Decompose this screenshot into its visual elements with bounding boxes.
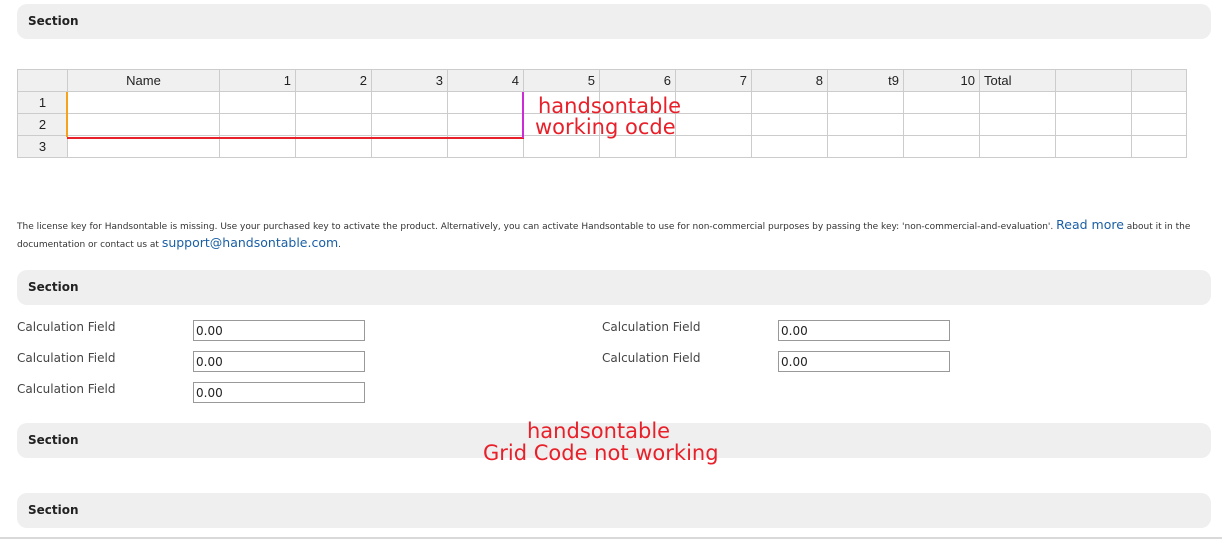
grid-cell[interactable] xyxy=(827,135,904,158)
license-text-a: The license key for Handsontable is miss… xyxy=(17,222,1054,232)
grid-cell[interactable] xyxy=(1055,135,1132,158)
grid-cell[interactable] xyxy=(675,113,752,136)
license-text-c: . xyxy=(338,240,342,250)
grid-cell[interactable] xyxy=(903,91,980,114)
column-header-4[interactable]: 4 xyxy=(447,69,524,92)
grid-corner[interactable] xyxy=(17,69,68,92)
grid-cell[interactable] xyxy=(1131,113,1187,136)
calculation-field-input-1[interactable] xyxy=(193,320,365,341)
row-header-1[interactable]: 1 xyxy=(17,91,68,114)
grid-cell[interactable] xyxy=(751,91,828,114)
annotation-working-line1: handsontable xyxy=(538,94,682,118)
grid-cell[interactable] xyxy=(1055,113,1132,136)
calculation-field-input-3[interactable] xyxy=(193,382,365,403)
grid-cell[interactable] xyxy=(675,135,752,158)
selection-border-right[interactable] xyxy=(522,92,524,138)
annotation-working-line2: working ocde xyxy=(535,115,676,139)
column-header-8[interactable]: 8 xyxy=(751,69,828,92)
grid-cell[interactable] xyxy=(447,91,524,114)
grid-cell[interactable] xyxy=(295,113,372,136)
grid-cell[interactable] xyxy=(219,91,296,114)
column-header-2[interactable]: 2 xyxy=(295,69,372,92)
grid-cell[interactable] xyxy=(827,91,904,114)
column-header-total[interactable]: Total xyxy=(979,69,1056,92)
section-header-1[interactable]: Section xyxy=(17,4,1211,39)
grid-cell[interactable] xyxy=(827,113,904,136)
grid-cell[interactable] xyxy=(371,113,448,136)
section-header-4[interactable]: Section xyxy=(17,493,1211,528)
selection-border-left xyxy=(66,92,68,137)
calculation-field-label-5: Calculation Field xyxy=(602,351,701,365)
calculation-field-input-2[interactable] xyxy=(193,351,365,372)
column-header-blank-1[interactable] xyxy=(1055,69,1132,92)
column-header-3[interactable]: 3 xyxy=(371,69,448,92)
row-header-2[interactable]: 2 xyxy=(17,113,68,136)
grid-cell[interactable] xyxy=(67,91,220,114)
calculation-field-label-1: Calculation Field xyxy=(17,320,116,334)
grid-cell[interactable] xyxy=(371,91,448,114)
section-header-2[interactable]: Section xyxy=(17,270,1211,305)
read-more-link[interactable]: Read more xyxy=(1056,217,1124,232)
grid-cell[interactable] xyxy=(447,113,524,136)
calculation-field-label-4: Calculation Field xyxy=(602,320,701,334)
column-header-7[interactable]: 7 xyxy=(675,69,752,92)
page-bottom-divider xyxy=(0,537,1222,539)
grid-cell[interactable] xyxy=(903,113,980,136)
grid-cell[interactable] xyxy=(751,113,828,136)
grid-cell[interactable] xyxy=(751,135,828,158)
grid-cell[interactable] xyxy=(67,113,220,136)
column-header-1[interactable]: 1 xyxy=(219,69,296,92)
grid-cell[interactable] xyxy=(219,113,296,136)
column-header-5[interactable]: 5 xyxy=(523,69,600,92)
column-header-blank-2[interactable] xyxy=(1131,69,1187,92)
column-header-9[interactable]: t9 xyxy=(827,69,904,92)
grid-cell[interactable] xyxy=(1131,91,1187,114)
selection-border-bottom xyxy=(67,137,524,139)
row-header-3[interactable]: 3 xyxy=(17,135,68,158)
grid-cell[interactable] xyxy=(979,91,1056,114)
annotation-broken-line1: handsontable xyxy=(527,419,671,443)
column-header-10[interactable]: 10 xyxy=(903,69,980,92)
grid-cell[interactable] xyxy=(979,113,1056,136)
column-header-6[interactable]: 6 xyxy=(599,69,676,92)
annotation-broken-line2: Grid Code not working xyxy=(483,441,719,465)
grid-cell[interactable] xyxy=(295,91,372,114)
calculation-field-input-5[interactable] xyxy=(778,351,950,372)
grid-cell[interactable] xyxy=(903,135,980,158)
calculation-field-label-3: Calculation Field xyxy=(17,382,116,396)
calculation-field-input-4[interactable] xyxy=(778,320,950,341)
support-email-link[interactable]: support@handsontable.com xyxy=(162,235,338,250)
grid-cell[interactable] xyxy=(1055,91,1132,114)
license-notice: The license key for Handsontable is miss… xyxy=(17,217,1207,253)
grid-header-row: Name 1 2 3 4 5 6 7 8 t9 10 Total xyxy=(17,69,1187,92)
calculation-field-label-2: Calculation Field xyxy=(17,351,116,365)
grid-cell[interactable] xyxy=(979,135,1056,158)
column-header-name[interactable]: Name xyxy=(67,69,220,92)
grid-cell[interactable] xyxy=(1131,135,1187,158)
grid-cell[interactable] xyxy=(675,91,752,114)
